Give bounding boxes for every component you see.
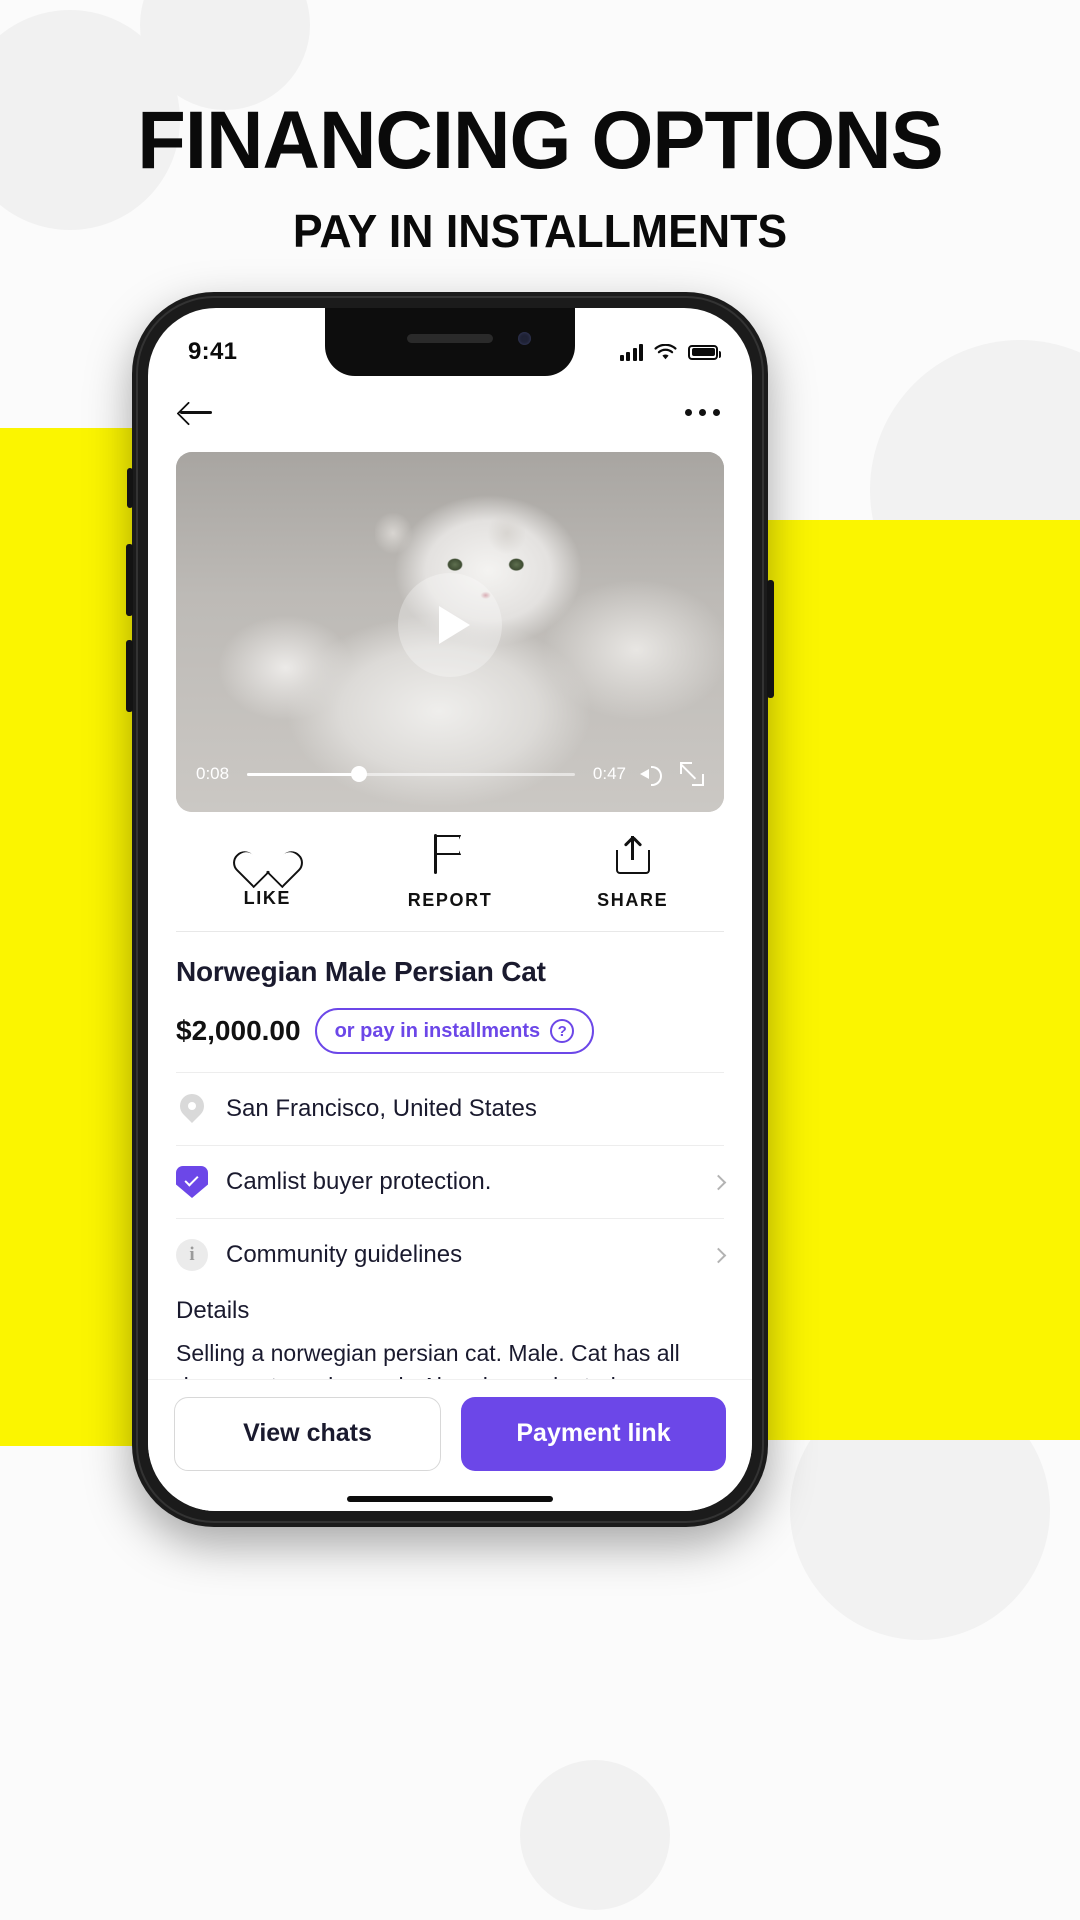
play-icon[interactable] [398,572,502,677]
back-arrow-icon[interactable] [180,399,214,425]
app-navbar [148,376,752,448]
cellular-signal-icon [619,343,643,361]
row-community-guidelines[interactable]: i Community guidelines [176,1218,727,1291]
info-circle-icon: i [176,1239,208,1271]
earpiece-speaker-icon [407,334,493,343]
details-heading: Details [176,1297,250,1324]
phone-volume-up-button [126,544,133,616]
flag-icon [432,834,468,874]
phone-notch [325,308,575,376]
share-icon [615,834,650,874]
status-time: 9:41 [188,338,238,365]
row-location[interactable]: San Francisco, United States [176,1072,724,1145]
action-bar: LIKE REPORT SHARE [148,812,752,931]
front-camera-icon [518,332,531,345]
report-button[interactable]: REPORT [359,834,542,911]
video-player[interactable]: 0:08 0:47 [176,452,724,812]
view-chats-button[interactable]: View chats [174,1396,441,1471]
row-buyer-protection[interactable]: Camlist buyer protection. [176,1145,727,1218]
video-duration: 0:47 [592,764,626,783]
phone-mockup: 9:41 0:08 0:47 LIKE REPORT SHARE Norwegi… [126,292,774,1527]
info-rows: San Francisco, United States Camlist buy… [176,1072,727,1291]
status-icons [619,343,721,361]
phone-volume-down-button [126,640,133,712]
shield-check-icon [176,1166,208,1198]
installments-pill[interactable]: or pay in installments ? [314,1008,595,1054]
page-subtitle: PAY IN INSTALLMENTS [292,205,788,257]
battery-icon [688,344,721,360]
chevron-right-icon [710,1174,727,1190]
like-label: LIKE [243,888,292,908]
chevron-right-icon [710,1247,727,1263]
video-current-time: 0:08 [196,764,230,783]
installments-label: or pay in installments [334,1019,541,1042]
location-text: San Francisco, United States [226,1095,537,1122]
phone-mute-switch [127,468,133,508]
more-options-icon[interactable] [685,408,720,416]
promo-header: FINANCING OPTIONS PAY IN INSTALLMENTS [0,100,1080,258]
help-icon[interactable]: ? [550,1019,575,1043]
share-button[interactable]: SHARE [541,834,724,911]
community-guidelines-text: Community guidelines [226,1241,463,1268]
video-progress-slider[interactable] [247,766,575,782]
expand-icon[interactable] [680,762,704,786]
page-title: FINANCING OPTIONS [137,95,943,186]
listing-title: Norwegian Male Persian Cat [176,956,546,987]
bottom-action-bar: View chats Payment link [148,1379,752,1511]
buyer-protection-text: Camlist buyer protection. [226,1168,492,1195]
listing-section: Norwegian Male Persian Cat $2,000.00 or … [148,932,752,1291]
app-content: 0:08 0:47 LIKE REPORT SHARE Norwegian Ma… [148,376,752,1511]
location-pin-icon [176,1093,208,1125]
price-row: $2,000.00 or pay in installments ? [176,1008,724,1054]
decorative-blob [520,1760,670,1910]
home-indicator [347,1496,553,1502]
payment-link-button[interactable]: Payment link [461,1396,726,1471]
listing-price: $2,000.00 [176,1015,301,1046]
heart-icon [246,834,288,872]
wifi-icon [654,343,677,359]
phone-power-button [767,580,774,698]
video-controls: 0:08 0:47 [176,736,724,812]
like-button[interactable]: LIKE [176,834,359,911]
report-label: REPORT [407,890,493,910]
volume-icon[interactable] [640,763,666,786]
phone-screen: 9:41 0:08 0:47 LIKE REPORT SHARE Norwegi… [148,308,752,1511]
share-label: SHARE [597,890,669,910]
